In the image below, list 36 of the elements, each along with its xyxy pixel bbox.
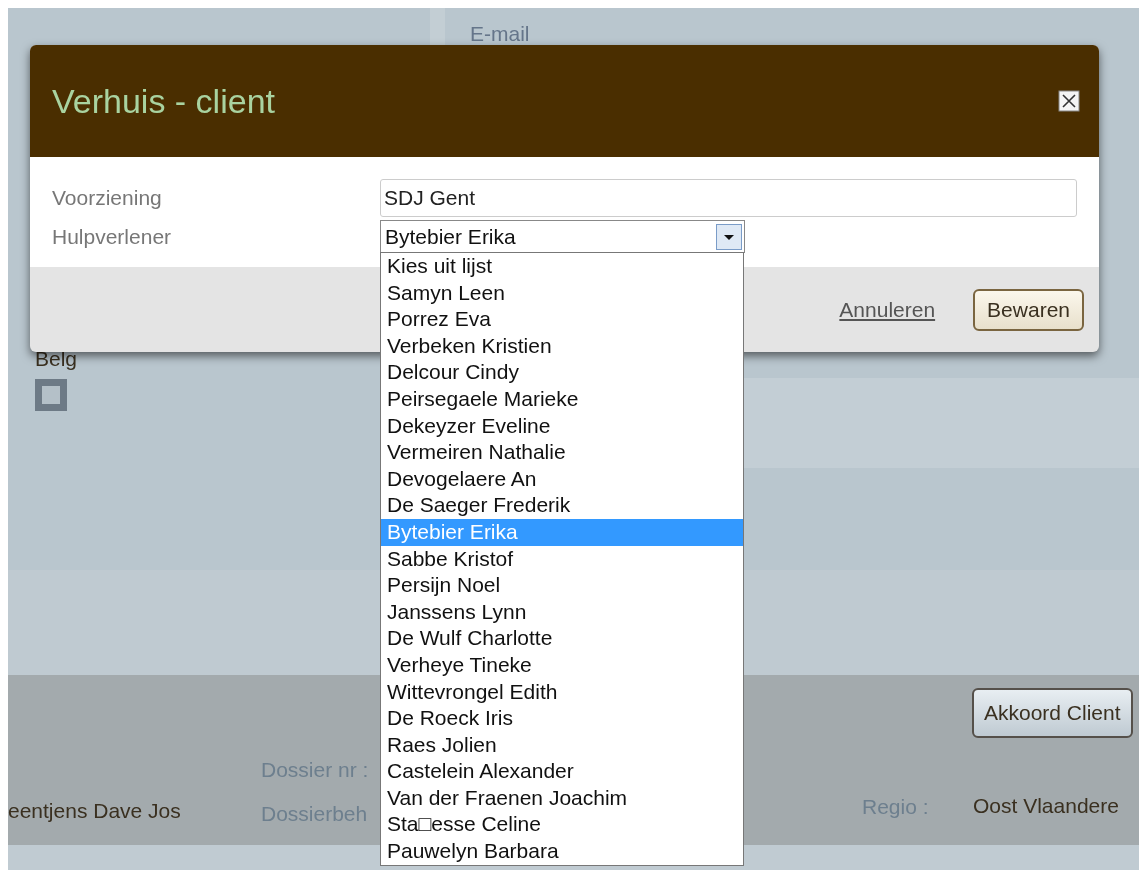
- cancel-link[interactable]: Annuleren: [839, 297, 936, 322]
- dropdown-option[interactable]: Sabbe Kristof: [381, 545, 743, 573]
- field-label: Hulpverlener: [52, 224, 173, 249]
- checkbox[interactable]: [35, 379, 67, 411]
- select-field[interactable]: Bytebier Erika: [380, 220, 745, 253]
- dropdown-option[interactable]: Peirsegaele Marieke: [381, 385, 743, 413]
- dropdown-option[interactable]: Dekeyzer Eveline: [381, 412, 743, 440]
- email-label: E-mail: [469, 21, 531, 46]
- dropdown-option[interactable]: Verheye Tineke: [381, 651, 743, 679]
- dropdown-option[interactable]: De Saeger Frederik: [381, 492, 743, 519]
- dropdown-option[interactable]: De Roeck Iris: [381, 705, 743, 732]
- region-value: Oost Vlaandere: [973, 794, 1119, 818]
- accept-client-button[interactable]: Akkoord Client: [972, 688, 1133, 738]
- dropdown-option[interactable]: Verbeken Kristien: [381, 332, 743, 360]
- dropdown-option[interactable]: Vermeiren Nathalie: [381, 439, 743, 466]
- dialog-title: Verhuis - client: [52, 81, 275, 121]
- save-button[interactable]: Bewaren: [973, 288, 1084, 331]
- dropdown-option[interactable]: Sta□esse Celine: [381, 811, 743, 839]
- dropdown-option[interactable]: Van der Fraenen Joachim: [381, 784, 743, 812]
- input-field[interactable]: SDJ Gent: [380, 179, 1077, 217]
- dropdown-option[interactable]: De Wulf Charlotte: [381, 625, 743, 652]
- dropdown-option[interactable]: Pauwelyn Barbara: [381, 838, 743, 865]
- client-name: eentjens Dave Jos: [8, 799, 182, 824]
- dropdown-option[interactable]: Castelein Alexander: [381, 758, 743, 785]
- dropdown-option[interactable]: Delcour Cindy: [381, 359, 743, 386]
- dropdown-option[interactable]: Porrez Eva: [381, 306, 743, 333]
- dropdown-option[interactable]: Kies uit lijst: [381, 253, 743, 280]
- dropdown-option[interactable]: Wittevrongel Edith: [381, 678, 743, 706]
- dropdown-option[interactable]: Raes Jolien: [381, 731, 743, 759]
- nationality-text: Belg: [35, 347, 79, 371]
- dropdown-option[interactable]: Persijn Noel: [381, 572, 743, 599]
- dropdown-option[interactable]: Samyn Leen: [381, 279, 743, 307]
- close-icon[interactable]: [1058, 90, 1080, 112]
- dropdown-option[interactable]: Janssens Lynn: [381, 598, 743, 626]
- field-label: Voorziening: [52, 186, 163, 210]
- dropdown-option[interactable]: Devogelaere An: [381, 465, 743, 493]
